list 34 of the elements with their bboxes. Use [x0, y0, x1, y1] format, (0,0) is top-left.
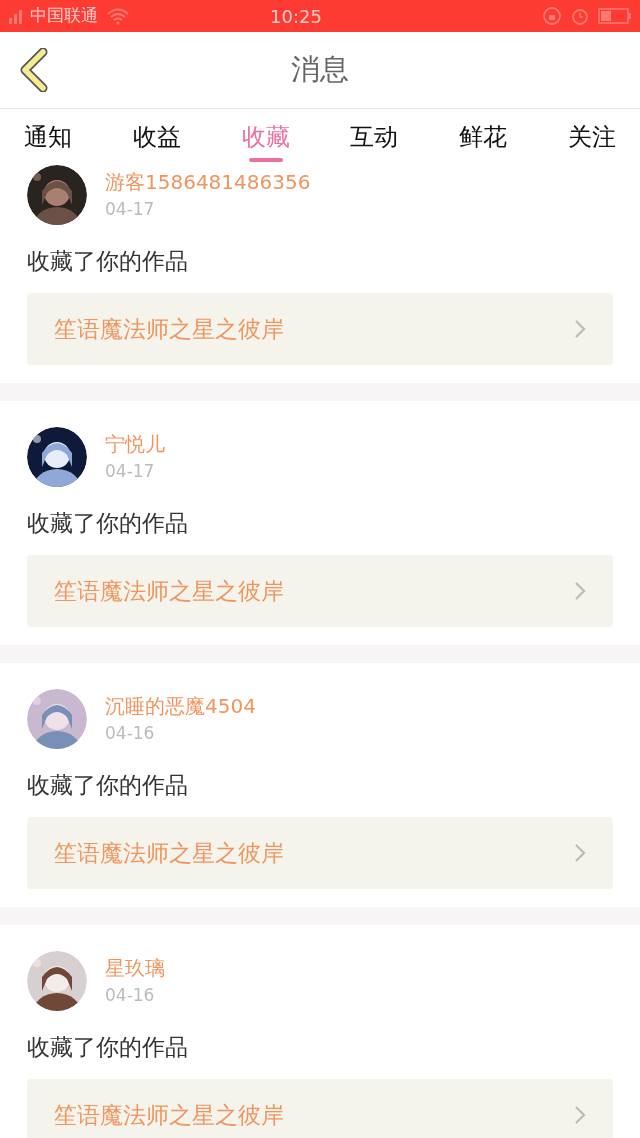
message-date: 04-17 [105, 460, 156, 483]
rotation-lock-icon [542, 6, 562, 26]
alarm-icon [570, 6, 590, 26]
message-text: 收藏了你的作品 [27, 1033, 189, 1062]
user-name[interactable]: 宁悦儿 [105, 430, 165, 458]
message-text: 收藏了你的作品 [27, 247, 189, 276]
work-link[interactable]: 笙语魔法师之星之彼岸 [27, 1079, 613, 1138]
tab-indicator [248, 158, 283, 162]
work-link[interactable]: 笙语魔法师之星之彼岸 [27, 555, 613, 627]
tab[interactable]: 互动 [350, 109, 399, 165]
work-link[interactable]: 笙语魔法师之星之彼岸 [27, 817, 613, 889]
battery-icon [598, 7, 632, 25]
chevron-icon [574, 843, 586, 863]
wifi-icon [106, 7, 130, 25]
work-link[interactable]: 笙语魔法师之星之彼岸 [27, 293, 613, 365]
message-date: 04-17 [105, 198, 156, 221]
clock-time: 10:25 [270, 4, 322, 29]
message-text: 收藏了你的作品 [27, 771, 189, 800]
tab[interactable]: 收藏 [241, 109, 290, 165]
chevron-icon [574, 319, 586, 339]
user-name[interactable]: 游客1586481486356 [105, 168, 311, 196]
chevron-icon [574, 1105, 586, 1125]
message-date: 04-16 [105, 984, 156, 1007]
message-date: 04-16 [105, 722, 156, 745]
tab[interactable]: 通知 [24, 109, 72, 165]
tab[interactable]: 鲜花 [459, 109, 508, 165]
chevron-icon [574, 581, 586, 601]
user-name[interactable]: 星玖璃 [105, 954, 165, 982]
page-title: 消息 [291, 51, 349, 89]
tab[interactable]: 关注 [568, 109, 616, 165]
tab[interactable]: 收益 [132, 109, 181, 165]
message-text: 收藏了你的作品 [27, 509, 189, 538]
carrier-name: 中国联通 [30, 4, 98, 28]
user-name[interactable]: 沉睡的恶魔4504 [105, 692, 256, 720]
